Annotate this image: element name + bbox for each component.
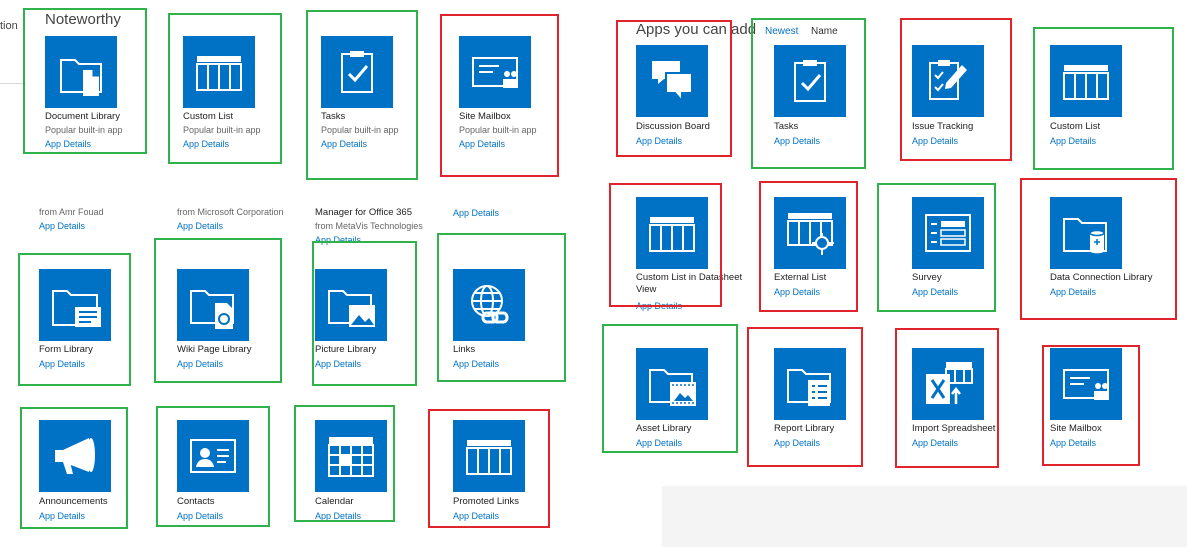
footer-panel [662,486,1187,547]
promoted-links-icon[interactable] [453,420,525,492]
app-caption: Popular built-in app [45,125,123,135]
discussion-board-icon[interactable] [636,45,708,117]
app-name: Site Mailbox [459,111,511,122]
app-details-link[interactable]: App Details [315,234,361,246]
app-publisher: from MetaVis Technologies [315,221,423,231]
app-details-link[interactable]: App Details [774,286,820,298]
links-icon[interactable] [453,269,525,341]
data-connection-library-icon[interactable] [1050,197,1122,269]
app-details-link[interactable]: App Details [774,437,820,449]
app-details-link[interactable]: App Details [321,138,367,150]
app-details-link[interactable]: App Details [39,510,85,522]
survey-icon[interactable] [912,197,984,269]
external-list-icon[interactable] [774,197,846,269]
app-details-link[interactable]: App Details [1050,135,1096,147]
app-name: Asset Library [636,423,692,434]
announcements-icon[interactable] [39,420,111,492]
app-name: Tasks [321,111,346,122]
picture-library-icon[interactable] [315,269,387,341]
contacts-icon[interactable] [177,420,249,492]
site-mailbox-icon[interactable] [459,36,531,108]
app-name: Form Library [39,344,93,355]
custom-list-icon[interactable] [183,36,255,108]
app-name: Issue Tracking [912,121,974,132]
asset-library-icon[interactable] [636,348,708,420]
divider [0,83,26,84]
app-name: Document Library [45,111,120,122]
app-name: Announcements [39,496,108,507]
app-name: Manager for Office 365 [315,207,412,218]
app-details-link[interactable]: App Details [315,358,361,370]
app-caption: Popular built-in app [183,125,261,135]
app-details-link[interactable]: App Details [315,510,361,522]
app-name: Custom List [183,111,234,122]
app-name: Report Library [774,423,835,434]
app-name: Wiki Page Library [177,344,252,355]
tasks-icon[interactable] [321,36,393,108]
app-details-link[interactable]: App Details [636,300,682,312]
app-details-link[interactable]: App Details [636,437,682,449]
app-details-link[interactable]: App Details [177,510,223,522]
app-name: Tasks [774,121,799,132]
noteworthy-heading: Noteworthy [45,11,121,28]
form-library-icon[interactable] [39,269,111,341]
app-details-link[interactable]: App Details [177,220,223,232]
app-name: Custom List [1050,121,1101,132]
wiki-page-library-icon[interactable] [177,269,249,341]
app-name: Contacts [177,496,215,507]
apps-you-can-add-heading: Apps you can add [636,21,757,38]
app-publisher: from Amr Fouad [39,207,104,217]
app-name: Promoted Links [453,496,520,507]
app-name: Custom List in Datasheet View [636,272,743,295]
custom-list-datasheet-icon[interactable] [636,197,708,269]
app-details-link[interactable]: App Details [912,286,958,298]
import-spreadsheet-icon[interactable] [912,348,984,420]
app-name: Calendar [315,496,354,507]
report-library-icon[interactable] [774,348,846,420]
app-details-link[interactable]: App Details [912,135,958,147]
app-name: Links [453,344,476,355]
custom-list-icon[interactable] [1050,45,1122,117]
app-details-link[interactable]: App Details [774,135,820,147]
app-details-link[interactable]: App Details [1050,437,1096,449]
app-name: Site Mailbox [1050,423,1102,434]
app-details-link[interactable]: App Details [459,138,505,150]
app-details-link[interactable]: App Details [912,437,958,449]
tasks-icon[interactable] [774,45,846,117]
app-name: Picture Library [315,344,377,355]
app-caption: Popular built-in app [321,125,399,135]
app-name: Import Spreadsheet [912,423,996,434]
site-mailbox-icon[interactable] [1050,348,1122,420]
app-name: Data Connection Library [1050,272,1153,283]
app-details-link[interactable]: App Details [177,358,223,370]
calendar-icon[interactable] [315,420,387,492]
app-details-link[interactable]: App Details [453,207,499,219]
app-details-link[interactable]: App Details [453,358,499,370]
document-library-icon[interactable] [45,36,117,108]
app-details-link[interactable]: App Details [39,358,85,370]
sort-newest-link[interactable]: Newest [765,26,798,37]
app-details-link[interactable]: App Details [453,510,499,522]
app-publisher: from Microsoft Corporation [177,207,284,217]
app-details-link[interactable]: App Details [183,138,229,150]
app-name: Discussion Board [636,121,710,132]
cropped-nav-text: tion [0,20,18,32]
app-details-link[interactable]: App Details [39,220,85,232]
app-details-link[interactable]: App Details [1050,286,1096,298]
app-name: Survey [912,272,942,283]
issue-tracking-icon[interactable] [912,45,984,117]
app-details-link[interactable]: App Details [636,135,682,147]
app-caption: Popular built-in app [459,125,537,135]
app-details-link[interactable]: App Details [45,138,91,150]
sort-name-link[interactable]: Name [811,26,838,37]
app-name: External List [774,272,827,283]
